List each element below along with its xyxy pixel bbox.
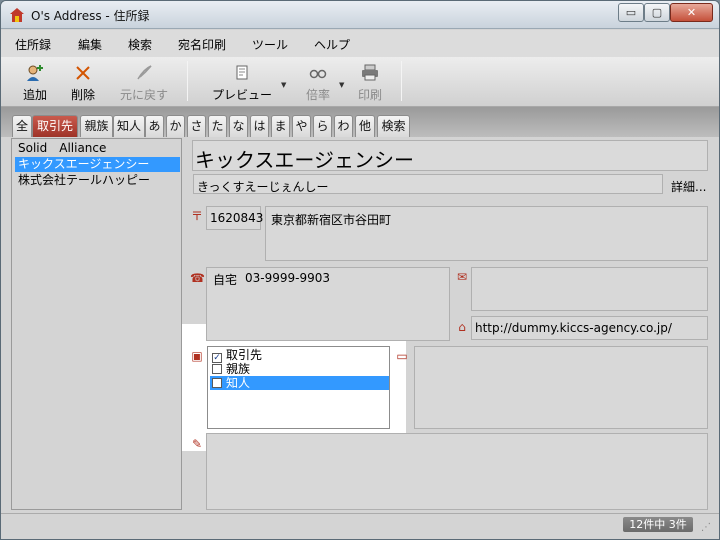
- tab-sa[interactable]: さ: [187, 115, 206, 137]
- list-item[interactable]: Solid Alliance: [15, 141, 180, 156]
- group-label: 取引先: [226, 348, 263, 362]
- tab-ma[interactable]: ま: [271, 115, 290, 137]
- postal-code-value: 1620843: [210, 211, 264, 225]
- zoom-label: 倍率: [305, 88, 330, 102]
- minimize-icon: ▭: [625, 6, 637, 19]
- reading-field[interactable]: きっくすえーじぇんしー: [193, 174, 663, 194]
- tab-other[interactable]: 他: [355, 115, 375, 137]
- address-value: 東京都新宿区市谷田町: [271, 213, 392, 227]
- glasses-icon: [309, 69, 327, 79]
- toolbar-separator: [187, 61, 188, 101]
- maximize-icon: ▢: [651, 6, 663, 19]
- name-value: キックスエージェンシー: [195, 148, 414, 172]
- add-person-icon: [27, 65, 43, 81]
- undo-button[interactable]: 元に戻す: [115, 61, 173, 105]
- group-label: 知人: [226, 376, 251, 390]
- toolbar: 追加 削除 元に戻す プレビュー ▼ 倍率 ▼ 印刷: [1, 57, 719, 107]
- print-button[interactable]: 印刷: [353, 61, 387, 105]
- url-value: http://dummy.kiccs-agency.co.jp/: [475, 321, 672, 335]
- phone-label: 自宅: [213, 273, 238, 287]
- phone-icon: ☎: [190, 271, 205, 285]
- preview-dropdown-icon[interactable]: ▼: [281, 81, 286, 89]
- delete-x-icon: [76, 66, 90, 80]
- tab-acquaintance[interactable]: 知人: [113, 115, 145, 137]
- menu-edit[interactable]: 編集: [78, 36, 102, 53]
- title-bar: O's Address - 住所録 ▭ ▢ ✕: [1, 1, 719, 29]
- add-button[interactable]: 追加: [15, 61, 55, 105]
- email-icon: ✉: [456, 270, 468, 284]
- undo-feather-icon: [137, 65, 152, 80]
- preview-icon: [236, 65, 248, 80]
- maximize-button[interactable]: ▢: [644, 3, 670, 22]
- printer-icon: [362, 64, 378, 81]
- preview-button[interactable]: プレビュー: [209, 61, 275, 105]
- add-label: 追加: [22, 88, 47, 102]
- tab-ha[interactable]: は: [250, 115, 269, 137]
- group-label: 親族: [226, 362, 251, 376]
- tab-ka[interactable]: か: [166, 115, 185, 137]
- postal-code-field[interactable]: 1620843: [206, 206, 264, 230]
- window-title: O's Address - 住所録: [31, 9, 150, 23]
- menu-search[interactable]: 検索: [128, 36, 152, 53]
- app-window: O's Address - 住所録 ▭ ▢ ✕ 住所録 編集 検索 宛名印刷 ツ…: [0, 0, 720, 540]
- list-item[interactable]: 株式会社テールハッピー: [15, 173, 180, 188]
- email-field[interactable]: [471, 267, 708, 311]
- tab-ra[interactable]: ら: [313, 115, 332, 137]
- group-item-business[interactable]: ✓ 取引先: [210, 348, 389, 363]
- reading-value: きっくすえーじぇんしー: [197, 180, 329, 194]
- postal-mark-icon: 〒: [190, 209, 203, 223]
- group-item-acquaintance[interactable]: 知人: [210, 376, 389, 390]
- group-item-family[interactable]: 親族: [210, 362, 389, 376]
- tab-business[interactable]: 取引先: [32, 115, 78, 137]
- tab-search[interactable]: 検索: [377, 115, 410, 137]
- menu-address-book[interactable]: 住所録: [15, 36, 51, 53]
- menu-help[interactable]: ヘルプ: [314, 36, 350, 53]
- menu-tools[interactable]: ツール: [252, 36, 288, 53]
- record-count-badge: 12件中 3件: [623, 517, 693, 532]
- preview-label: プレビュー: [211, 88, 272, 102]
- group-book-icon: ▣: [191, 349, 203, 363]
- tab-wa[interactable]: わ: [334, 115, 353, 137]
- resize-grip-icon[interactable]: ⋰: [701, 522, 713, 534]
- notes-field[interactable]: [206, 433, 708, 510]
- delete-label: 削除: [70, 88, 95, 102]
- close-icon: ✕: [686, 6, 697, 19]
- zoom-button[interactable]: 倍率: [301, 61, 335, 105]
- phone-value: 03-9999-9903: [245, 271, 331, 285]
- name-field[interactable]: キックスエージェンシー: [192, 140, 708, 172]
- details-link[interactable]: 詳細...: [671, 178, 706, 195]
- zoom-dropdown-icon[interactable]: ▼: [339, 81, 344, 89]
- tab-ya[interactable]: や: [292, 115, 311, 137]
- status-bar: 12件中 3件 ⋰: [1, 513, 719, 539]
- memo-field[interactable]: [414, 346, 708, 429]
- index-tab-strip: 全 取引先 親族 知人 あ か さ た な は ま や ら わ 他 検索: [1, 107, 719, 137]
- phone-field[interactable]: 自宅 03-9999-9903: [206, 267, 450, 341]
- pencil-icon: ✎: [191, 437, 203, 451]
- tab-na[interactable]: な: [229, 115, 248, 137]
- checkbox[interactable]: [212, 364, 222, 374]
- address-field[interactable]: 東京都新宿区市谷田町: [265, 206, 708, 261]
- delete-button[interactable]: 削除: [65, 61, 101, 105]
- print-label: 印刷: [357, 88, 382, 102]
- tab-all[interactable]: 全: [12, 115, 32, 137]
- checkbox[interactable]: [212, 378, 222, 388]
- url-field[interactable]: http://dummy.kiccs-agency.co.jp/: [471, 316, 708, 340]
- contact-list[interactable]: Solid Alliance キックスエージェンシー 株式会社テールハッピー: [11, 138, 182, 510]
- undo-label: 元に戻す: [119, 88, 168, 102]
- house-app-icon: [10, 8, 24, 22]
- tab-ta[interactable]: た: [208, 115, 227, 137]
- group-checklist[interactable]: ✓ 取引先 親族 知人: [207, 346, 390, 429]
- toolbar-separator: [401, 61, 402, 101]
- tab-family[interactable]: 親族: [80, 115, 113, 137]
- menu-address-print[interactable]: 宛名印刷: [178, 36, 226, 53]
- close-button[interactable]: ✕: [670, 3, 713, 22]
- menu-bar: 住所録 編集 検索 宛名印刷 ツール ヘルプ: [1, 30, 719, 57]
- list-item-selected[interactable]: キックスエージェンシー: [15, 157, 180, 172]
- tab-a[interactable]: あ: [145, 115, 164, 137]
- memo-tag-icon: ▭: [396, 349, 408, 363]
- homepage-icon: ⌂: [458, 320, 466, 334]
- minimize-button[interactable]: ▭: [618, 3, 644, 22]
